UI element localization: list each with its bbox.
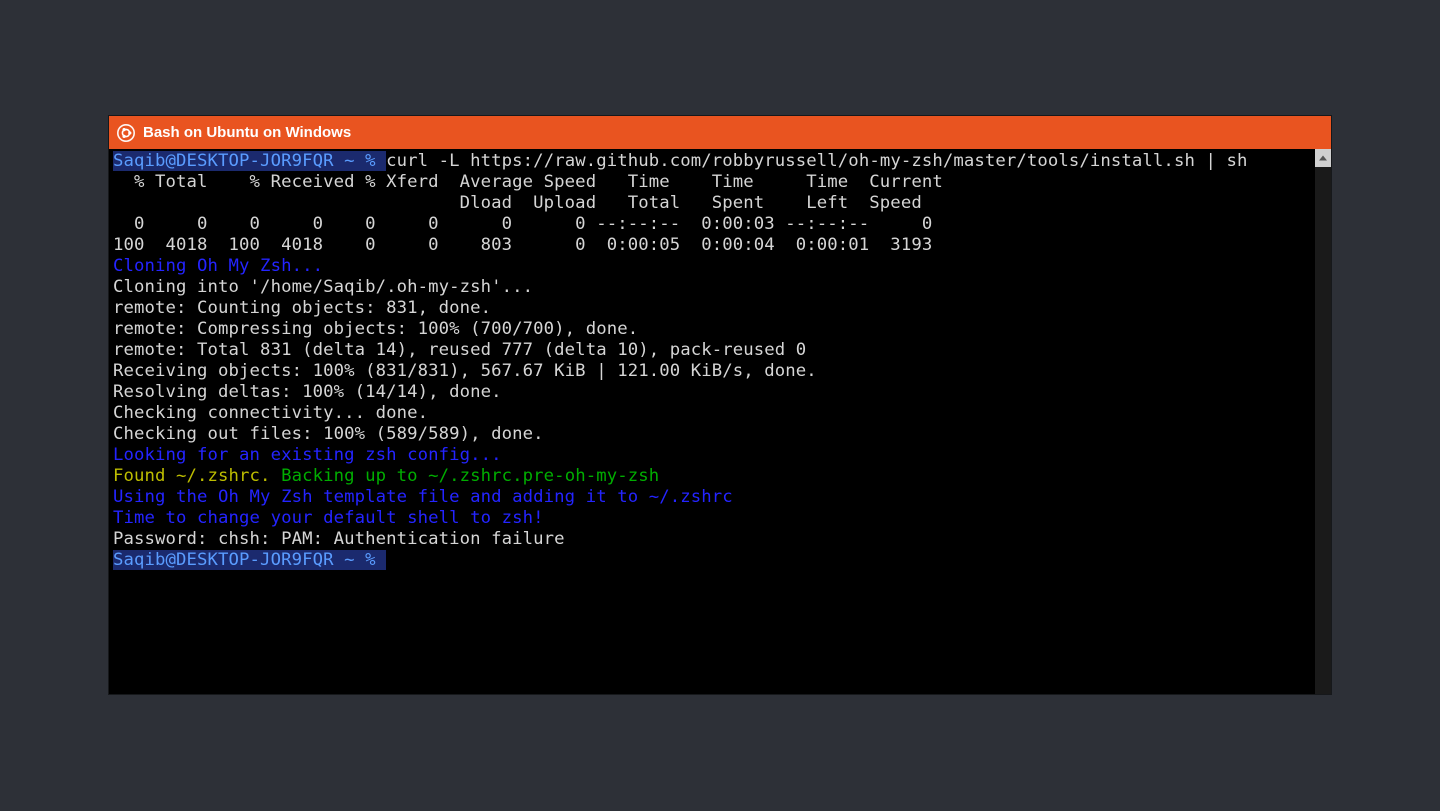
prompt-userhost: Saqib@DESKTOP-JOR9FQR (113, 151, 334, 171)
status-found: Found ~/.zshrc. (113, 466, 281, 486)
terminal-body[interactable]: Saqib@DESKTOP-JOR9FQR ~ % curl -L https:… (109, 149, 1331, 694)
status-looking: Looking for an existing zsh config... (113, 445, 502, 465)
git-line: Cloning into '/home/Saqib/.oh-my-zsh'... (113, 277, 533, 297)
curl-header: Dload Upload Total Spent Left Speed (113, 193, 922, 213)
prompt-path: ~ % (334, 550, 387, 570)
git-line: remote: Counting objects: 831, done. (113, 298, 491, 318)
prompt-path: ~ % (334, 151, 387, 171)
git-line: remote: Compressing objects: 100% (700/7… (113, 319, 638, 339)
git-line: Resolving deltas: 100% (14/14), done. (113, 382, 502, 402)
git-line: Receiving objects: 100% (831/831), 567.6… (113, 361, 817, 381)
scroll-up-icon[interactable] (1315, 149, 1331, 167)
status-using: Using the Oh My Zsh template file and ad… (113, 487, 733, 507)
status-time: Time to change your default shell to zsh… (113, 508, 544, 528)
command-text: curl -L https://raw.github.com/robbyruss… (386, 151, 1247, 171)
status-backup: Backing up to ~/.zshrc.pre-oh-my-zsh (281, 466, 659, 486)
status-cloning: Cloning Oh My Zsh... (113, 256, 323, 276)
prompt-userhost: Saqib@DESKTOP-JOR9FQR (113, 550, 334, 570)
titlebar[interactable]: Bash on Ubuntu on Windows (109, 116, 1331, 149)
terminal-output[interactable]: Saqib@DESKTOP-JOR9FQR ~ % curl -L https:… (113, 151, 1327, 571)
ubuntu-icon (117, 124, 135, 142)
git-line: Checking out files: 100% (589/589), done… (113, 424, 544, 444)
curl-row: 0 0 0 0 0 0 0 0 --:--:-- 0:00:03 --:--:-… (113, 214, 932, 234)
terminal-window: Bash on Ubuntu on Windows Saqib@DESKTOP-… (109, 116, 1331, 694)
curl-row: 100 4018 100 4018 0 0 803 0 0:00:05 0:00… (113, 235, 932, 255)
scrollbar-track[interactable] (1315, 167, 1331, 694)
git-line: Checking connectivity... done. (113, 403, 428, 423)
curl-header: % Total % Received % Xferd Average Speed… (113, 172, 943, 192)
window-title: Bash on Ubuntu on Windows (143, 124, 351, 141)
password-line: Password: chsh: PAM: Authentication fail… (113, 529, 565, 549)
git-line: remote: Total 831 (delta 14), reused 777… (113, 340, 806, 360)
